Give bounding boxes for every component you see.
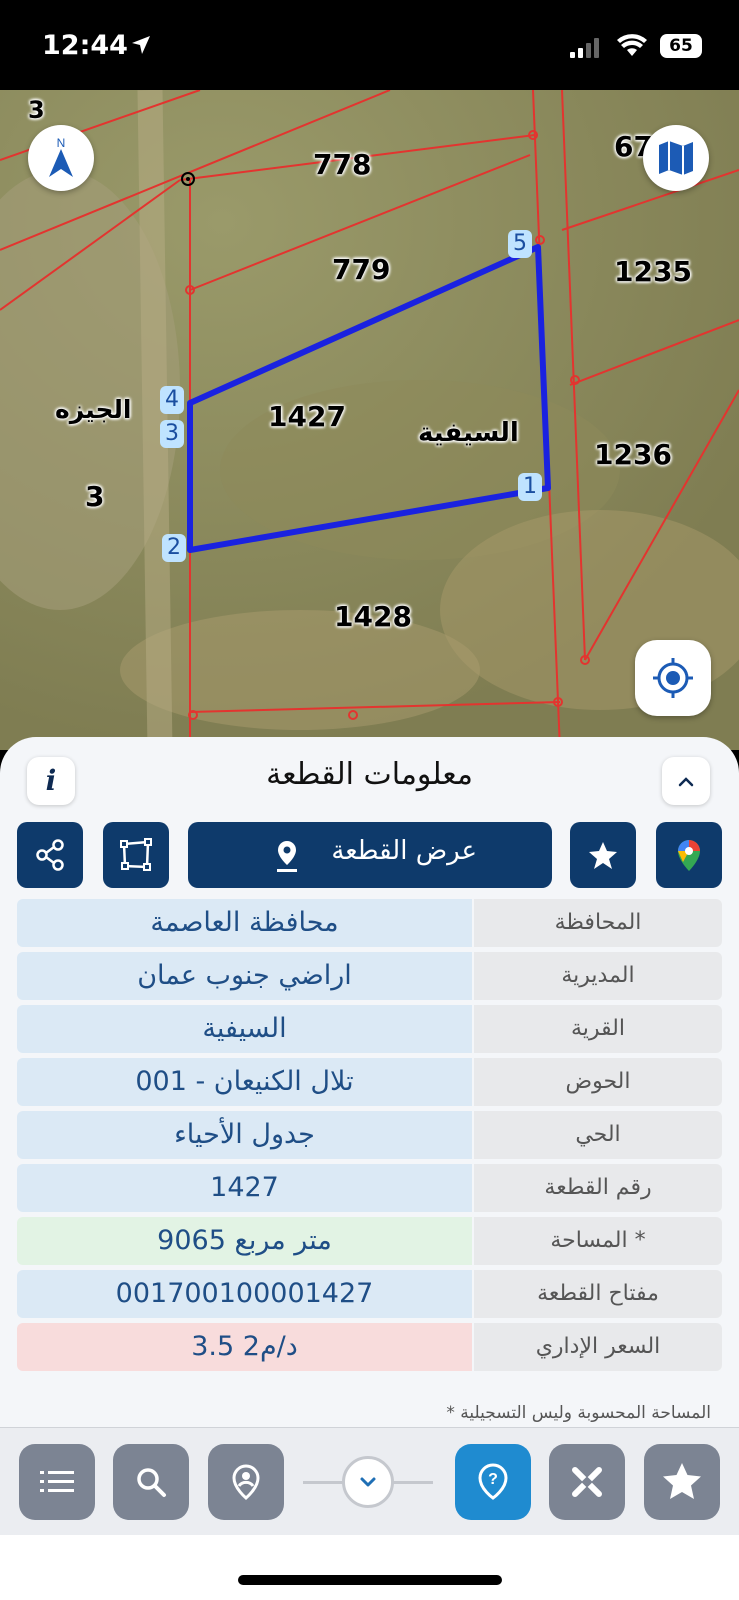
info-row-governorate: محافظة العاصمة المحافظة — [17, 899, 722, 947]
info-row-directorate: اراضي جنوب عمان المديرية — [17, 952, 722, 1000]
vertex-label: 1 — [518, 473, 542, 501]
vertex-label: 2 — [162, 534, 186, 562]
info-row-area: 9065 متر مربع المساحة * — [17, 1217, 722, 1265]
satellite-map[interactable]: 778 779 1235 1427 1236 1428 3 3 67 الجيز… — [0, 90, 739, 750]
place-name-label: الجيزه — [55, 395, 132, 424]
battery-indicator: 65 — [660, 34, 702, 58]
polygon-button[interactable] — [103, 822, 169, 888]
panel-title: معلومات القطعة — [266, 757, 473, 792]
parcel-number-label: 778 — [313, 148, 372, 181]
vertex-label: 4 — [160, 386, 184, 414]
map-icon — [659, 141, 693, 175]
info-label: رقم القطعة — [474, 1164, 722, 1212]
chevron-down-icon — [360, 1477, 376, 1487]
info-label: الحي — [474, 1111, 722, 1159]
compass-button[interactable]: N — [28, 125, 94, 191]
area-footnote: * المساحة المحسوبة وليس التسجيلية — [446, 1403, 711, 1423]
list-icon — [40, 1471, 74, 1492]
place-name-label: السيفية — [418, 418, 519, 448]
polygon-icon — [120, 838, 152, 871]
parcel-number-label: 779 — [332, 253, 391, 286]
signal-icon — [570, 38, 599, 58]
wifi-icon — [617, 34, 647, 56]
place-button[interactable] — [208, 1444, 284, 1520]
info-value: محافظة العاصمة — [17, 899, 472, 947]
google-maps-button[interactable] — [656, 822, 722, 888]
place-pin-icon — [232, 1464, 260, 1500]
location-pin-icon — [277, 841, 297, 872]
parcel-number-label: 1427 — [268, 400, 346, 433]
share-button[interactable] — [17, 822, 83, 888]
parcel-info-table: محافظة العاصمة المحافظة اراضي جنوب عمان … — [17, 899, 722, 1376]
svg-text:N: N — [57, 136, 66, 150]
parcel-number-label: 1235 — [614, 255, 692, 288]
home-indicator[interactable] — [238, 1575, 502, 1585]
parcel-info-panel: i معلومات القطعة عرض القطعة محافظة العاص… — [0, 737, 739, 1427]
home-indicator-area — [0, 1535, 739, 1600]
parcel-number-label: 1236 — [594, 438, 672, 471]
info-value: تلال الكنيعان - 001 — [17, 1058, 472, 1106]
help-button[interactable]: ? — [455, 1444, 531, 1520]
compass-north-icon: N — [49, 136, 73, 177]
help-pin-icon: ? — [478, 1463, 508, 1500]
info-value: 3.5 د/م2 — [17, 1323, 472, 1371]
info-value: السيفية — [17, 1005, 472, 1053]
svg-text:?: ? — [488, 1471, 498, 1488]
collapse-button[interactable] — [662, 757, 710, 805]
vertex-label: 5 — [508, 230, 532, 258]
info-value: جدول الأحياء — [17, 1111, 472, 1159]
info-label: القرية — [474, 1005, 722, 1053]
info-label: المديرية — [474, 952, 722, 1000]
tools-icon — [572, 1467, 602, 1497]
star-icon — [663, 1463, 701, 1499]
share-icon — [36, 839, 64, 871]
parcel-number-label: 3 — [28, 96, 45, 124]
status-bar: 12:44 65 — [0, 0, 739, 90]
info-value: 1427 — [17, 1164, 472, 1212]
parcel-number-label: 3 — [85, 480, 105, 513]
status-time: 12:44 — [42, 30, 128, 61]
view-parcel-label: عرض القطعة — [331, 836, 477, 866]
info-label: السعر الإداري — [474, 1323, 722, 1371]
tools-button[interactable] — [549, 1444, 625, 1520]
info-label: مفتاح القطعة — [474, 1270, 722, 1318]
parcel-number-label: 1428 — [334, 600, 412, 633]
list-button[interactable] — [19, 1444, 95, 1520]
panel-toggle-knob[interactable] — [342, 1456, 394, 1508]
info-row-village: السيفية القرية — [17, 1005, 722, 1053]
info-value: 9065 متر مربع — [17, 1217, 472, 1265]
info-row-parcel-number: 1427 رقم القطعة — [17, 1164, 722, 1212]
vertex-label: 3 — [160, 420, 184, 448]
search-icon — [137, 1468, 166, 1497]
google-maps-icon — [678, 840, 700, 871]
locate-icon — [653, 658, 693, 698]
chevron-up-icon — [678, 777, 694, 787]
info-label: المحافظة — [474, 899, 722, 947]
view-parcel-button[interactable]: عرض القطعة — [188, 822, 552, 888]
info-row-district: جدول الأحياء الحي — [17, 1111, 722, 1159]
info-row-admin-price: 3.5 د/م2 السعر الإداري — [17, 1323, 722, 1371]
info-label: المساحة * — [474, 1217, 722, 1265]
info-value: اراضي جنوب عمان — [17, 952, 472, 1000]
info-row-basin: تلال الكنيعان - 001 الحوض — [17, 1058, 722, 1106]
info-value: 001700100001427 — [17, 1270, 472, 1318]
info-label: الحوض — [474, 1058, 722, 1106]
favorites-button[interactable] — [644, 1444, 720, 1520]
favorite-button[interactable] — [570, 822, 636, 888]
search-button[interactable] — [113, 1444, 189, 1520]
bottom-toolbar: ? — [0, 1427, 739, 1536]
star-icon — [589, 842, 617, 869]
location-arrow-icon — [132, 36, 150, 54]
locate-me-button[interactable] — [635, 640, 711, 716]
map-layers-button[interactable] — [643, 125, 709, 191]
info-row-parcel-key: 001700100001427 مفتاح القطعة — [17, 1270, 722, 1318]
